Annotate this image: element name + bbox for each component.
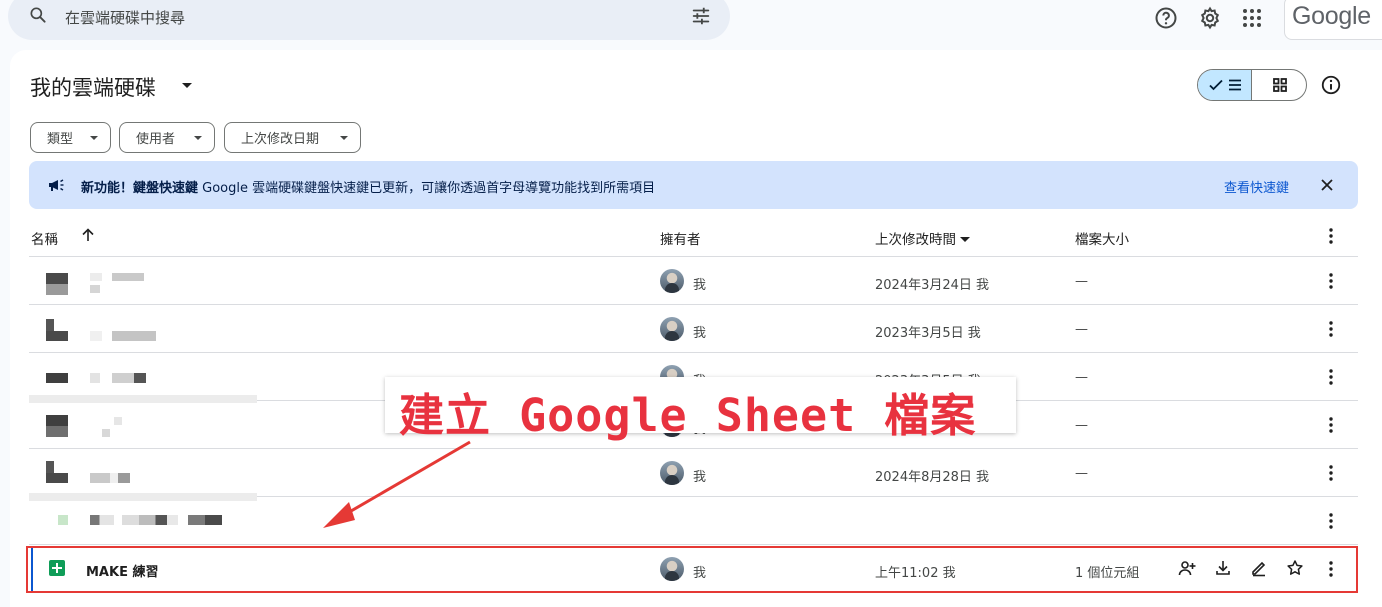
file-icon (46, 461, 54, 473)
annotation-arrow-icon (323, 440, 471, 528)
megaphone-icon (49, 179, 64, 191)
annotation-callout: 建立 Google Sheet 檔案 (385, 377, 1016, 442)
file-size: — (1075, 370, 1088, 385)
redacted-name (112, 373, 146, 383)
modified-date: 2024年3月24日 我 (875, 278, 990, 293)
filter-type[interactable]: 類型 (30, 122, 111, 153)
avatar (660, 317, 684, 341)
google-logo: Google (1292, 2, 1371, 30)
filter-type-label: 類型 (47, 132, 74, 147)
file-icon (46, 473, 68, 483)
redacted-name (102, 429, 110, 437)
more-vert-icon[interactable] (1329, 369, 1333, 385)
redacted-name (188, 515, 222, 525)
table-header: 名稱 擁有者 上次修改時間 檔案大小 (29, 215, 1358, 257)
banner-title: 新功能！鍵盤快速鍵 (81, 181, 199, 196)
file-icon (58, 515, 68, 525)
column-owner[interactable]: 擁有者 (660, 228, 701, 248)
table-row[interactable]: 我 2024年3月24日 我 — (29, 257, 1358, 305)
feature-banner: 新功能！鍵盤快速鍵 Google 雲端硬碟鍵盤快速鍵已更新，可讓你透過首字母導覽… (29, 161, 1358, 209)
page-title[interactable]: 我的雲端硬碟 (30, 72, 156, 102)
table-row[interactable] (29, 497, 1358, 545)
view-shortcuts-link[interactable]: 查看快速鍵 (1224, 177, 1289, 196)
view-toggle[interactable] (1197, 69, 1307, 101)
avatar (660, 461, 684, 485)
info-icon[interactable] (1320, 74, 1342, 96)
check-icon (1209, 79, 1223, 91)
main-panel: 我的雲端硬碟 類型 使用者 上次修改日期 新功能！鍵盤快速鍵 Google 雲端… (10, 50, 1382, 607)
redacted-name (112, 331, 156, 341)
file-size: — (1075, 466, 1088, 481)
filter-people[interactable]: 使用者 (119, 122, 215, 153)
annotation-highlight-box (26, 546, 1358, 593)
file-size: — (1075, 274, 1088, 289)
modified-date: 2023年3月5日 我 (875, 326, 981, 341)
redacted-name (90, 515, 114, 525)
file-icon (46, 273, 68, 295)
chevron-down-icon (194, 136, 202, 140)
close-icon[interactable] (1319, 177, 1335, 193)
owner-name: 我 (693, 326, 707, 341)
column-size[interactable]: 檔案大小 (1075, 228, 1129, 248)
redacted-name (122, 515, 178, 525)
redacted-name (114, 417, 122, 425)
list-icon (1229, 79, 1241, 91)
file-icon (46, 373, 68, 383)
grid-view-button[interactable] (1253, 70, 1306, 100)
more-vert-icon[interactable] (1329, 513, 1333, 529)
arrow-up-icon[interactable] (80, 227, 96, 243)
column-modified-label: 上次修改時間 (875, 232, 956, 248)
chevron-down-icon (90, 136, 98, 140)
owner-name: 我 (693, 470, 707, 485)
help-icon[interactable] (1154, 6, 1178, 30)
list-view-button[interactable] (1198, 70, 1252, 100)
search-bar[interactable]: 在雲端硬碟中搜尋 (8, 0, 730, 40)
redacted-name (112, 273, 144, 281)
more-vert-icon[interactable] (1329, 321, 1333, 337)
account-switcher[interactable]: Google (1284, 0, 1382, 40)
filter-modified-label: 上次修改日期 (241, 132, 320, 147)
avatar (660, 269, 684, 293)
chevron-down-icon (340, 136, 348, 140)
more-vert-icon[interactable] (1329, 228, 1333, 244)
column-modified[interactable]: 上次修改時間 (875, 228, 970, 248)
column-name[interactable]: 名稱 (31, 228, 58, 248)
chevron-down-icon[interactable] (182, 83, 192, 88)
tune-icon[interactable] (690, 5, 712, 27)
search-input[interactable]: 在雲端硬碟中搜尋 (65, 7, 185, 28)
banner-body: Google 雲端硬碟鍵盤快速鍵已更新，可讓你透過首字母導覽功能找到所需項目 (198, 181, 656, 196)
file-icon (46, 415, 68, 437)
banner-message: 新功能！鍵盤快速鍵 Google 雲端硬碟鍵盤快速鍵已更新，可讓你透過首字母導覽… (81, 177, 655, 196)
redacted-name (90, 285, 100, 293)
table-row[interactable]: 我 2023年3月5日 我 — (29, 305, 1358, 353)
table-row[interactable]: 我 2024年8月28日 我 — (29, 449, 1358, 501)
owner-name: 我 (693, 278, 707, 293)
more-vert-icon[interactable] (1329, 465, 1333, 481)
file-size: — (1075, 418, 1088, 433)
modified-date: 2024年8月28日 我 (875, 470, 990, 485)
redacted-name (90, 273, 102, 281)
more-vert-icon[interactable] (1329, 273, 1333, 289)
more-vert-icon[interactable] (1329, 417, 1333, 433)
settings-icon[interactable] (1198, 6, 1222, 30)
file-icon (46, 319, 54, 331)
chevron-down-icon (960, 237, 970, 242)
redacted-name (90, 373, 100, 383)
filter-people-label: 使用者 (136, 132, 176, 147)
redacted-name (90, 331, 102, 341)
filter-modified[interactable]: 上次修改日期 (224, 122, 361, 153)
file-icon (46, 331, 68, 341)
grid-icon (1273, 78, 1287, 92)
redacted-name (90, 473, 130, 483)
apps-icon[interactable] (1240, 6, 1264, 30)
annotation-text: 建立 Google Sheet 檔案 (399, 389, 977, 442)
search-icon[interactable] (28, 5, 48, 25)
file-size: — (1075, 322, 1088, 337)
